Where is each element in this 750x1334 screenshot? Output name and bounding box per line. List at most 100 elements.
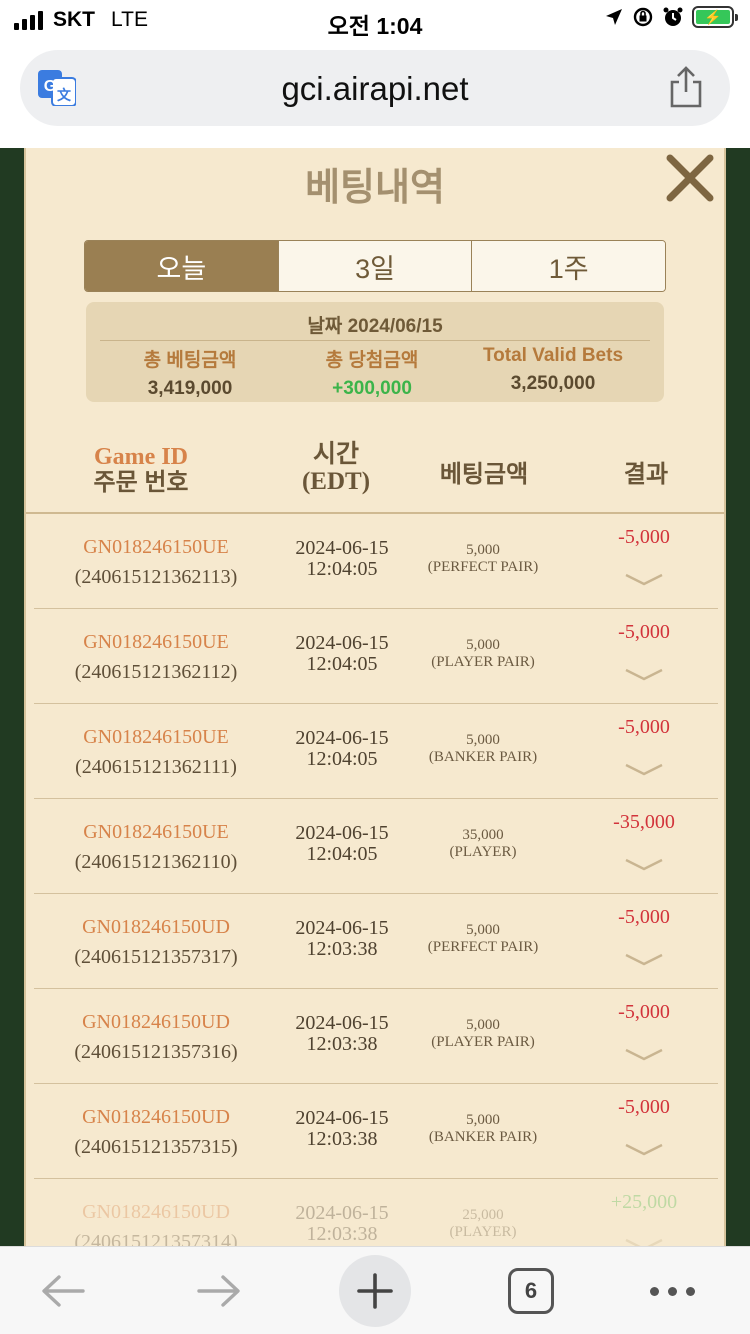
header-timezone-label: (EDT) (301, 468, 371, 495)
row-amount-value: 5,000 (466, 732, 500, 748)
row-game-id: GN018246150UE (83, 631, 229, 653)
row-ids: GN018246150UD (240615121357317) (56, 912, 256, 972)
header-time: 시간 (EDT) (276, 440, 396, 496)
table-row[interactable]: GN018246150UE (240615121362110) 2024-06-1… (26, 799, 724, 894)
total-win: 총 당첨금액 +300,000 (276, 345, 468, 400)
row-game-id: GN018246150UD (82, 1011, 230, 1033)
row-date: 2024-06-15 (295, 1012, 389, 1034)
browser-url-area: G 文 gci.airapi.net (0, 40, 750, 148)
chevron-down-icon[interactable] (622, 950, 666, 968)
header-time-label: 시간 (312, 440, 359, 468)
row-order-no: (240615121362111) (75, 756, 237, 778)
arrow-right-icon (197, 1275, 240, 1307)
row-order-no: (240615121357314) (74, 1231, 238, 1246)
row-ids: GN018246150UD (240615121357314) (56, 1197, 256, 1246)
valid-bets-value: 3,250,000 (510, 373, 596, 394)
status-bar: SKT LTE 오전 1:04 ⚡ (0, 0, 750, 40)
row-amount-value: 35,000 (462, 827, 504, 843)
row-amount: 5,000 (PERFECT PAIR) (406, 542, 560, 576)
browser-toolbar: 6 (0, 1246, 750, 1334)
table-row[interactable]: GN018246150UE (240615121362113) 2024-06-1… (26, 514, 724, 609)
tab-count: 6 (508, 1268, 554, 1314)
more-button[interactable] (640, 1247, 704, 1334)
table-row[interactable]: GN018246150UD (240615121357317) 2024-06-1… (26, 894, 724, 989)
row-order-no: (240615121357315) (74, 1136, 238, 1158)
row-game-id: GN018246150UD (82, 1201, 230, 1223)
chevron-down-icon[interactable] (622, 760, 666, 778)
table-row[interactable]: GN018246150UD (240615121357315) 2024-06-1… (26, 1084, 724, 1179)
row-result: -5,000 (618, 1096, 670, 1118)
chevron-down-icon[interactable] (622, 1045, 666, 1063)
row-date: 2024-06-15 (295, 1202, 389, 1224)
row-order-no: (240615121362110) (74, 851, 238, 873)
tab-switcher-button[interactable]: 6 (504, 1247, 558, 1334)
row-clock: 12:03:38 (306, 938, 378, 960)
row-time: 2024-06-15 12:04:05 (278, 633, 406, 675)
row-clock: 12:03:38 (306, 1033, 378, 1055)
row-result: -5,000 (618, 906, 670, 928)
chevron-down-icon[interactable] (622, 665, 666, 683)
alarm-icon (663, 7, 683, 26)
page-content: 베팅내역 오늘 3일 1주 날짜 2024/06/15 총 베팅금액 3,419… (0, 148, 750, 1246)
row-time: 2024-06-15 12:04:05 (278, 728, 406, 770)
table-row[interactable]: GN018246150UE (240615121362112) 2024-06-1… (26, 609, 724, 704)
row-ids: GN018246150UE (240615121362112) (56, 627, 256, 687)
row-clock: 12:04:05 (306, 843, 378, 865)
battery-icon: ⚡ (692, 6, 738, 28)
row-date: 2024-06-15 (295, 727, 389, 749)
row-amount-value: 5,000 (466, 542, 500, 558)
period-tabs: 오늘 3일 1주 (84, 240, 666, 292)
row-amount-value: 5,000 (466, 637, 500, 653)
row-result: -5,000 (618, 716, 670, 738)
row-amount: 5,000 (PLAYER PAIR) (406, 637, 560, 671)
header-result: 결과 (623, 461, 669, 488)
row-order-no: (240615121357316) (74, 1041, 238, 1063)
chevron-down-icon[interactable] (622, 1235, 666, 1246)
row-bet-type: (BANKER PAIR) (428, 749, 538, 765)
table-row[interactable]: GN018246150UE (240615121362111) 2024-06-1… (26, 704, 724, 799)
url-bar[interactable]: G 文 gci.airapi.net (20, 50, 730, 126)
close-icon[interactable] (664, 152, 716, 204)
row-time: 2024-06-15 12:04:05 (278, 823, 406, 865)
chevron-down-icon[interactable] (622, 1140, 666, 1158)
row-date: 2024-06-15 (295, 917, 389, 939)
row-result: -5,000 (618, 1001, 670, 1023)
row-bet-type: (BANKER PAIR) (428, 1129, 538, 1145)
new-tab-button[interactable] (338, 1247, 412, 1334)
tab-3days[interactable]: 3일 (277, 241, 472, 291)
row-amount: 5,000 (PLAYER PAIR) (406, 1017, 560, 1051)
row-result: +25,000 (610, 1191, 678, 1213)
header-amount: 베팅금액 (439, 461, 529, 488)
row-time: 2024-06-15 12:03:38 (278, 1108, 406, 1150)
chevron-down-icon[interactable] (622, 855, 666, 873)
summary-date: 날짜 2024/06/15 (307, 316, 443, 337)
row-amount-value: 5,000 (466, 922, 500, 938)
tab-today[interactable]: 오늘 (85, 241, 278, 291)
row-order-no: (240615121362113) (74, 566, 238, 588)
row-ids: GN018246150UE (240615121362113) (56, 532, 256, 592)
row-amount-value: 25,000 (462, 1207, 504, 1223)
row-time: 2024-06-15 12:03:38 (278, 918, 406, 960)
row-ids: GN018246150UE (240615121362111) (56, 722, 256, 782)
row-order-no: (240615121357317) (74, 946, 238, 968)
row-ids: GN018246150UE (240615121362110) (56, 817, 256, 877)
row-result: -5,000 (618, 526, 670, 548)
rotation-lock-icon (633, 7, 653, 27)
forward-button[interactable] (186, 1247, 252, 1334)
row-result: -35,000 (613, 811, 675, 833)
url-text[interactable]: gci.airapi.net (20, 70, 730, 108)
table-row[interactable]: GN018246150UD (240615121357314) 2024-06-1… (26, 1179, 724, 1246)
share-icon[interactable] (668, 66, 704, 108)
valid-bets-label: Total Valid Bets (482, 345, 624, 366)
status-right: ⚡ (604, 6, 738, 28)
back-button[interactable] (30, 1247, 96, 1334)
more-dots-icon (649, 1286, 695, 1296)
background-game-right (724, 148, 750, 1246)
tab-1week[interactable]: 1주 (471, 241, 665, 291)
row-date: 2024-06-15 (295, 1107, 389, 1129)
row-clock: 12:04:05 (306, 748, 378, 770)
header-game-id-label: Game ID (94, 444, 188, 470)
table-row[interactable]: GN018246150UD (240615121357316) 2024-06-1… (26, 989, 724, 1084)
chevron-down-icon[interactable] (622, 570, 666, 588)
row-amount: 5,000 (BANKER PAIR) (406, 1112, 560, 1146)
